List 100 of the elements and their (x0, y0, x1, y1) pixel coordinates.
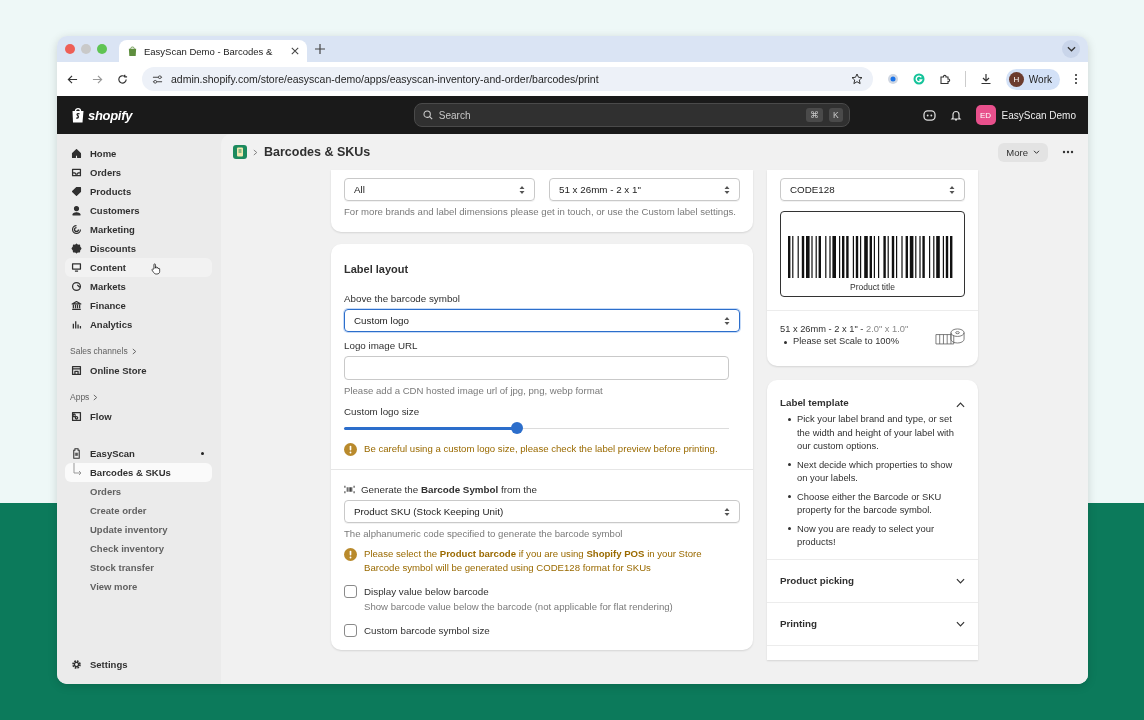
keyboard-key: ⌘ (806, 108, 824, 122)
badge-icon (71, 243, 82, 254)
sidebar-subitem[interactable]: Check inventory (65, 539, 212, 558)
sidebar-item[interactable]: Home (65, 144, 212, 163)
shopify-logo[interactable]: shopify (71, 107, 341, 123)
hand-cursor-icon (151, 263, 161, 275)
store-icon (71, 365, 82, 376)
person-icon (71, 205, 82, 216)
profile-button[interactable]: H Work (1005, 68, 1060, 90)
store-menu-button[interactable]: ED EasyScan Demo (975, 105, 1076, 125)
slider-thumb[interactable] (511, 422, 524, 434)
forward-icon[interactable] (92, 73, 103, 85)
close-window-button[interactable] (65, 44, 75, 54)
warning-text: Barcode symbol will be generated using CODE128 format for SKUs (364, 561, 652, 575)
bullet-dot (788, 527, 791, 530)
checkbox[interactable] (344, 624, 357, 637)
above-barcode-select[interactable]: Custom logo (344, 309, 740, 332)
reload-icon[interactable] (117, 73, 128, 85)
label-size-select[interactable]: 51 x 26mm - 2 x 1" (549, 178, 740, 201)
bullet-dot (784, 341, 787, 344)
more-actions-icon[interactable] (1062, 150, 1074, 154)
app-icon (233, 145, 247, 159)
barcode-icon (344, 484, 355, 495)
search-icon (422, 110, 433, 120)
settings-item[interactable]: Settings (65, 655, 212, 674)
bullet-dot (788, 463, 791, 466)
field-label: Custom logo size (344, 406, 421, 417)
bank-icon (71, 300, 82, 311)
app-item[interactable]: EasyScan (65, 444, 212, 463)
label-dimensions: 51 x 26mm - 2 x 1" - 2.0" x 1.0" (780, 324, 909, 334)
warning-icon (344, 442, 357, 456)
star-icon[interactable] (850, 73, 863, 85)
checkbox[interactable] (344, 585, 357, 598)
note-text: Please set Scale to 100% (793, 336, 899, 346)
label-roll-icon (935, 325, 965, 345)
tab-title: EasyScan Demo - Barcodes & (144, 45, 274, 57)
sidebar-item[interactable]: Analytics (65, 315, 212, 334)
sidekick-icon[interactable] (922, 109, 936, 121)
scanner-icon (71, 448, 82, 459)
chevron-right-icon (93, 393, 99, 401)
select-arrows-icon (949, 184, 955, 195)
accordion-header[interactable]: Label template (780, 380, 965, 412)
chevron-down-icon (1066, 46, 1076, 52)
guide-step: Pick your label brand and type, or set the width and height of your label with our custom options. (797, 412, 965, 453)
sales-channels-heading[interactable]: Sales channels (65, 334, 212, 361)
sidebar-item[interactable]: Online Store (65, 361, 212, 380)
tag-icon (71, 186, 82, 197)
sidebar-item[interactable]: Content (65, 258, 212, 277)
select-arrows-icon (724, 315, 730, 326)
breadcrumb-chevron-icon (253, 148, 258, 156)
puzzle-icon[interactable] (938, 73, 951, 85)
inbox-icon (71, 167, 82, 178)
monitor-icon (71, 262, 82, 273)
sidebar-subitem[interactable]: Orders (65, 482, 212, 501)
target-icon (71, 224, 82, 235)
chevron-down-icon (956, 577, 965, 584)
page-title: Barcodes & SKUs (264, 145, 371, 159)
select-arrows-icon (519, 184, 525, 195)
menu-icon[interactable] (1074, 73, 1078, 85)
sidebar-item[interactable]: Marketing (65, 220, 212, 239)
sidebar-item[interactable]: Finance (65, 296, 212, 315)
extension-icon[interactable] (886, 73, 899, 85)
new-tab-icon[interactable] (315, 44, 325, 54)
tab-search-button[interactable] (1062, 40, 1080, 58)
download-icon[interactable] (979, 73, 992, 85)
barcode-source-select[interactable]: Product SKU (Stock Keeping Unit) (344, 500, 740, 523)
sidebar-item[interactable]: Markets (65, 277, 212, 296)
sidebar-item[interactable]: Discounts (65, 239, 212, 258)
sidebar-item[interactable]: Orders (65, 163, 212, 182)
sidebar-subitem[interactable]: Create order (65, 501, 212, 520)
brand-select[interactable]: All (344, 178, 535, 201)
keyboard-key: K (829, 108, 843, 122)
accordion-header[interactable]: Printing (780, 602, 965, 645)
checkbox-label: Display value below barcode (364, 586, 489, 597)
sidebar-item[interactable]: Flow (65, 407, 212, 426)
site-settings-icon[interactable] (152, 73, 163, 85)
select-arrows-icon (724, 506, 730, 517)
sidebar-subitem[interactable]: Stock transfer (65, 558, 212, 577)
back-icon[interactable] (67, 73, 78, 85)
apps-heading[interactable]: Apps (65, 380, 212, 407)
logo-url-field[interactable] (344, 356, 729, 380)
symbology-select[interactable]: CODE128 (780, 178, 965, 201)
sidebar-subitem[interactable]: View more (65, 577, 212, 596)
close-icon[interactable] (291, 47, 299, 55)
help-text: The alphanumeric code specified to generate the barcode symbol (344, 527, 624, 541)
sidebar-item[interactable]: Customers (65, 201, 212, 220)
sidebar-subitem[interactable]: Update inventory (65, 520, 212, 539)
sidebar-item[interactable]: Products (65, 182, 212, 201)
search-field[interactable]: Search ⌘ K (413, 103, 850, 127)
more-button[interactable]: More (998, 142, 1048, 162)
accordion-header[interactable]: Product picking (780, 559, 965, 602)
chevron-right-icon (131, 347, 137, 355)
guide-step: Choose either the Barcode or SKU property for the barcode symbol. (797, 489, 965, 517)
bell-icon[interactable] (949, 109, 962, 121)
browser-tab[interactable]: EasyScan Demo - Barcodes & (119, 40, 307, 62)
sidebar-subitem[interactable]: Barcodes & SKUs (65, 463, 212, 482)
field-label: Generate the Barcode Symbol from the (361, 484, 537, 495)
address-field[interactable]: admin.shopify.com/store/easyscan-demo/apps/easyscan-inventory-and-order/barcodes/print (142, 67, 873, 91)
pin-dot (201, 452, 204, 455)
help-text: Show barcode value below the barcode (not applicable for flat rendering) (364, 600, 674, 614)
